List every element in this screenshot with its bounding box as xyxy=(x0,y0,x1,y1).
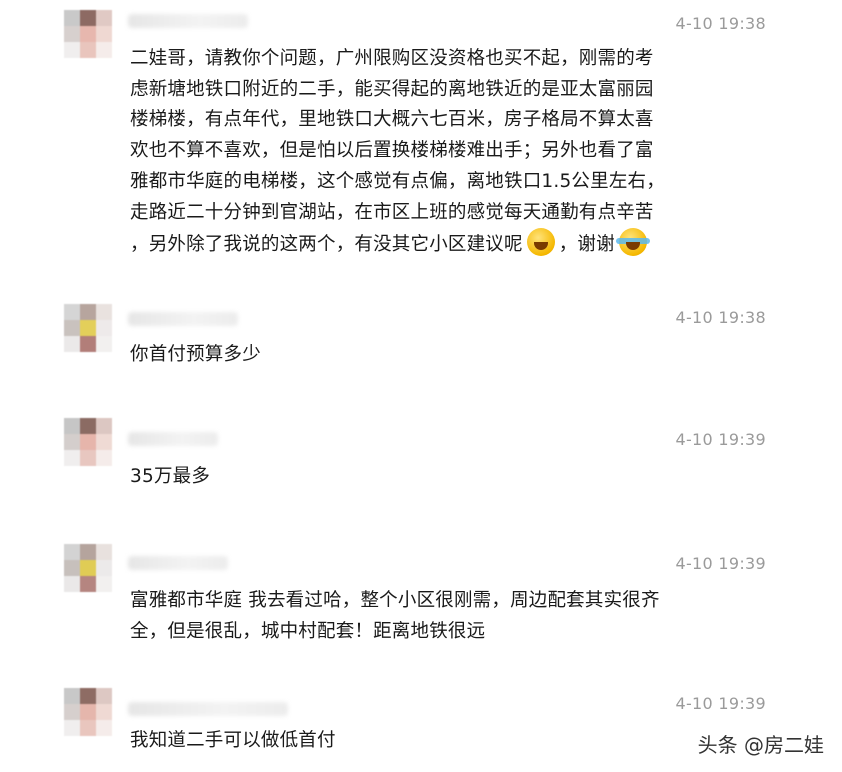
message-line: 欢也不算不喜欢，但是怕以后置换楼梯楼难出手；另外也看了富 xyxy=(130,140,654,162)
avatar[interactable] xyxy=(64,688,112,736)
message-line: 你首付预算多少 xyxy=(130,344,261,365)
avatar[interactable] xyxy=(64,544,112,592)
chat-message: 4-10 19:39 富雅都市华庭 我去看过哈，整个小区很刚需，周边配套其实很齐… xyxy=(0,538,842,658)
chat-message: 4-10 19:38 你首付预算多少 xyxy=(0,296,842,396)
message-line: 虑新塘地铁口附近的二手，能买得起的离地铁近的是亚太富丽园 xyxy=(130,78,654,100)
message-line: 35万最多 xyxy=(130,466,211,487)
sender-name xyxy=(128,312,238,326)
message-fragment: ，谢谢 xyxy=(558,234,615,256)
sender-name xyxy=(128,556,228,570)
sender-name xyxy=(128,702,288,716)
grinning-face-icon xyxy=(526,228,555,257)
message-line: 全，但是很乱，城中村配套！距离地铁很远 xyxy=(130,620,486,642)
chat-message: 4-10 19:38 二娃哥，请教你个问题，广州限购区没资格也买不起，刚需的考 … xyxy=(0,0,842,280)
message-text: 富雅都市华庭 我去看过哈，整个小区很刚需，周边配套其实很齐 全，但是很乱，城中村… xyxy=(130,586,730,647)
message-line: 富雅都市华庭 我去看过哈，整个小区很刚需，周边配套其实很齐 xyxy=(130,590,660,611)
message-text: 二娃哥，请教你个问题，广州限购区没资格也买不起，刚需的考 虑新塘地铁口附近的二手… xyxy=(130,44,730,261)
message-timestamp: 4-10 19:38 xyxy=(675,14,766,33)
message-timestamp: 4-10 19:39 xyxy=(675,694,766,713)
message-text: 35万最多 xyxy=(130,462,730,493)
message-text: 你首付预算多少 xyxy=(130,340,730,371)
message-line: ，另外除了我说的这两个，有没其它小区建议呢 ，谢谢 xyxy=(130,228,730,261)
message-timestamp: 4-10 19:39 xyxy=(675,554,766,573)
tears-of-joy-icon xyxy=(615,228,650,257)
chat-message: 4-10 19:39 我知道二手可以做低首付 xyxy=(0,682,842,772)
sender-name xyxy=(128,432,218,446)
avatar[interactable] xyxy=(64,418,112,466)
avatar[interactable] xyxy=(64,10,112,58)
message-line: 楼梯楼，有点年代，里地铁口大概六七百米，房子格局不算太喜 xyxy=(130,109,654,131)
message-line: 二娃哥，请教你个问题，广州限购区没资格也买不起，刚需的考 xyxy=(130,48,654,69)
message-line: 雅都市华庭的电梯楼，这个感觉有点偏，离地铁口1.5公里左右， xyxy=(130,170,665,192)
chat-message: 4-10 19:39 35万最多 xyxy=(0,410,842,510)
message-timestamp: 4-10 19:38 xyxy=(675,308,766,327)
message-text: 我知道二手可以做低首付 xyxy=(130,726,730,757)
avatar[interactable] xyxy=(64,304,112,352)
watermark: 头条 @房二娃 xyxy=(697,733,824,757)
message-line: 我知道二手可以做低首付 xyxy=(130,730,336,751)
message-line: 走路近二十分钟到官湖站，在市区上班的感觉每天通勤有点辛苦 xyxy=(130,201,654,223)
message-fragment: ，另外除了我说的这两个，有没其它小区建议呢 xyxy=(130,234,523,256)
sender-name xyxy=(128,14,248,28)
message-timestamp: 4-10 19:39 xyxy=(675,430,766,449)
